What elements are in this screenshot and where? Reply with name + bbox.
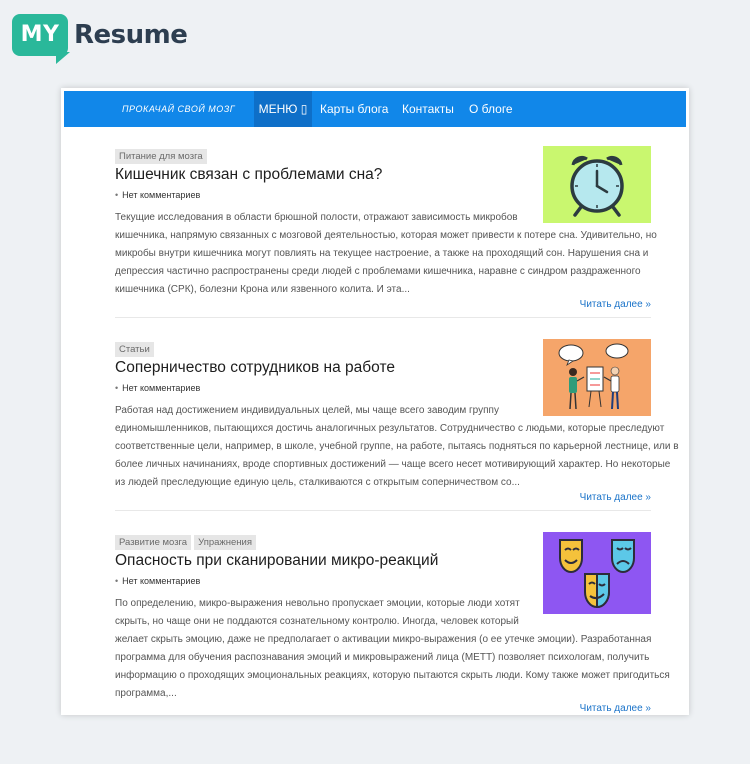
browser-screenshot: ПРОКАЧАЙ СВОЙ МОЗГ МЕНЮ ▯ Карты блога Ко… [61,88,689,715]
tag-link[interactable]: Упражнения [194,535,256,550]
read-more-link[interactable]: Читать далее » [580,299,651,310]
comments-label: Нет комментариев [122,190,201,200]
logo-wordmark: Resume [74,20,188,50]
excerpt-line: желает скрыть эмоцию, даже не предполага… [115,634,652,645]
excerpt-line: программа,... [115,688,177,699]
excerpt-line: депрессия частично распространены среди … [115,266,641,277]
alarm-clock-icon[interactable] [543,146,651,223]
menu-button[interactable]: МЕНЮ ▯ [254,91,312,127]
excerpt-line: кишечника, напрямую связанных с мозговой… [115,230,657,241]
logo-speech-tail [56,52,70,64]
excerpt-line: единомышленников, пытающихся достичь ана… [115,423,665,434]
comments-count[interactable]: • Нет комментариев [115,383,200,393]
post-divider [115,510,651,511]
tag-link[interactable]: Статьи [115,342,154,357]
comments-count[interactable]: • Нет комментариев [115,190,200,200]
nav-link-about[interactable]: О блоге [469,91,513,127]
excerpt-line: из людей преследующие единую цель, сталк… [115,477,520,488]
site-brand[interactable]: ПРОКАЧАЙ СВОЙ МОЗГ [122,91,235,127]
excerpt-line: микробы внутри кишечника могут повлиять … [115,248,649,259]
post-title[interactable]: Опасность при сканировании микро-реакций [115,552,438,570]
excerpt-line: программа для обучения распознавания эмо… [115,652,650,663]
post-tags: Питание для мозга [115,146,210,164]
read-more-link[interactable]: Читать далее » [580,492,651,503]
comments-count[interactable]: • Нет комментариев [115,576,200,586]
post-card: Питание для мозга Кишечник связан с проб… [115,146,657,316]
excerpt-line: кишечника (СРК), болезни Крона или язвен… [115,284,410,295]
excerpt-line: более личных начинаниях, вроде спортивны… [115,459,671,470]
post-title[interactable]: Кишечник связан с проблемами сна? [115,166,382,184]
tag-link[interactable]: Развитие мозга [115,535,192,550]
tag-link[interactable]: Питание для мозга [115,149,207,164]
excerpt-line: информацию о проходящих эмоциональных ре… [115,670,670,681]
post-title[interactable]: Соперничество сотрудников на работе [115,359,395,377]
comments-label: Нет комментариев [122,576,201,586]
navbar: ПРОКАЧАЙ СВОЙ МОЗГ МЕНЮ ▯ Карты блога Ко… [64,91,686,127]
logo-badge: MY [12,14,68,56]
nav-link-contacts[interactable]: Контакты [402,91,454,127]
post-card: Развитие мозга Упражнения Опасность при с… [115,532,670,714]
read-more-link[interactable]: Читать далее » [580,703,651,714]
post-divider [115,317,651,318]
excerpt-line: скрыть, но чаще они не поддаются сознате… [115,616,519,627]
post-card: Статьи Соперничество сотрудников на рабо… [115,339,679,509]
two-people-speech-bubbles-icon[interactable] [543,339,651,416]
comments-label: Нет комментариев [122,383,201,393]
theater-masks-icon[interactable] [543,532,651,614]
post-tags: Развитие мозга Упражнения [115,532,259,550]
post-tags: Статьи [115,339,157,357]
excerpt-line: соответственные цели, например, в школе,… [115,441,679,452]
nav-link-blog-maps[interactable]: Карты блога [320,91,388,127]
